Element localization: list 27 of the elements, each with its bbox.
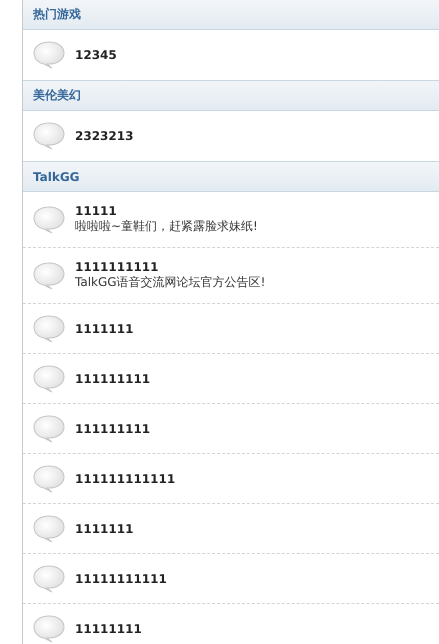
section-title[interactable]: TalkGG (33, 170, 80, 184)
forum-name[interactable]: 111111111 (75, 422, 150, 436)
forum-name[interactable]: 1111111 (75, 522, 134, 536)
speech-bubble-icon (33, 262, 65, 290)
forum-name[interactable]: 111111111 (75, 372, 150, 386)
forum-name[interactable]: 11111111111 (75, 572, 167, 586)
forum-description: TalkGG语音交流网论坛官方公告区! (75, 274, 266, 291)
forum-name[interactable]: 1111111111 (75, 260, 266, 274)
forum-description: 啦啦啦~童鞋们，赶紧露脸求妹纸! (75, 218, 258, 235)
speech-bubble-icon (33, 615, 65, 643)
speech-bubble-icon (33, 564, 65, 592)
speech-bubble-icon (33, 364, 65, 392)
forum-name[interactable]: 1111111 (75, 322, 134, 336)
speech-bubble-icon (33, 314, 65, 342)
speech-bubble-icon (33, 122, 65, 150)
section-title[interactable]: 热门游戏 (33, 6, 81, 23)
forum-name[interactable]: 2323213 (75, 129, 134, 143)
forum-name[interactable]: 12345 (75, 48, 117, 62)
forum-name[interactable]: 11111111 (75, 622, 142, 636)
speech-bubble-icon (33, 464, 65, 492)
forum-name[interactable]: 11111 (75, 204, 258, 218)
speech-bubble-icon (33, 206, 65, 234)
speech-bubble-icon (33, 414, 65, 442)
speech-bubble-icon (33, 41, 65, 69)
speech-bubble-icon (33, 514, 65, 542)
forum-name[interactable]: 111111111111 (75, 472, 176, 486)
section-title[interactable]: 美伦美幻 (33, 87, 81, 104)
